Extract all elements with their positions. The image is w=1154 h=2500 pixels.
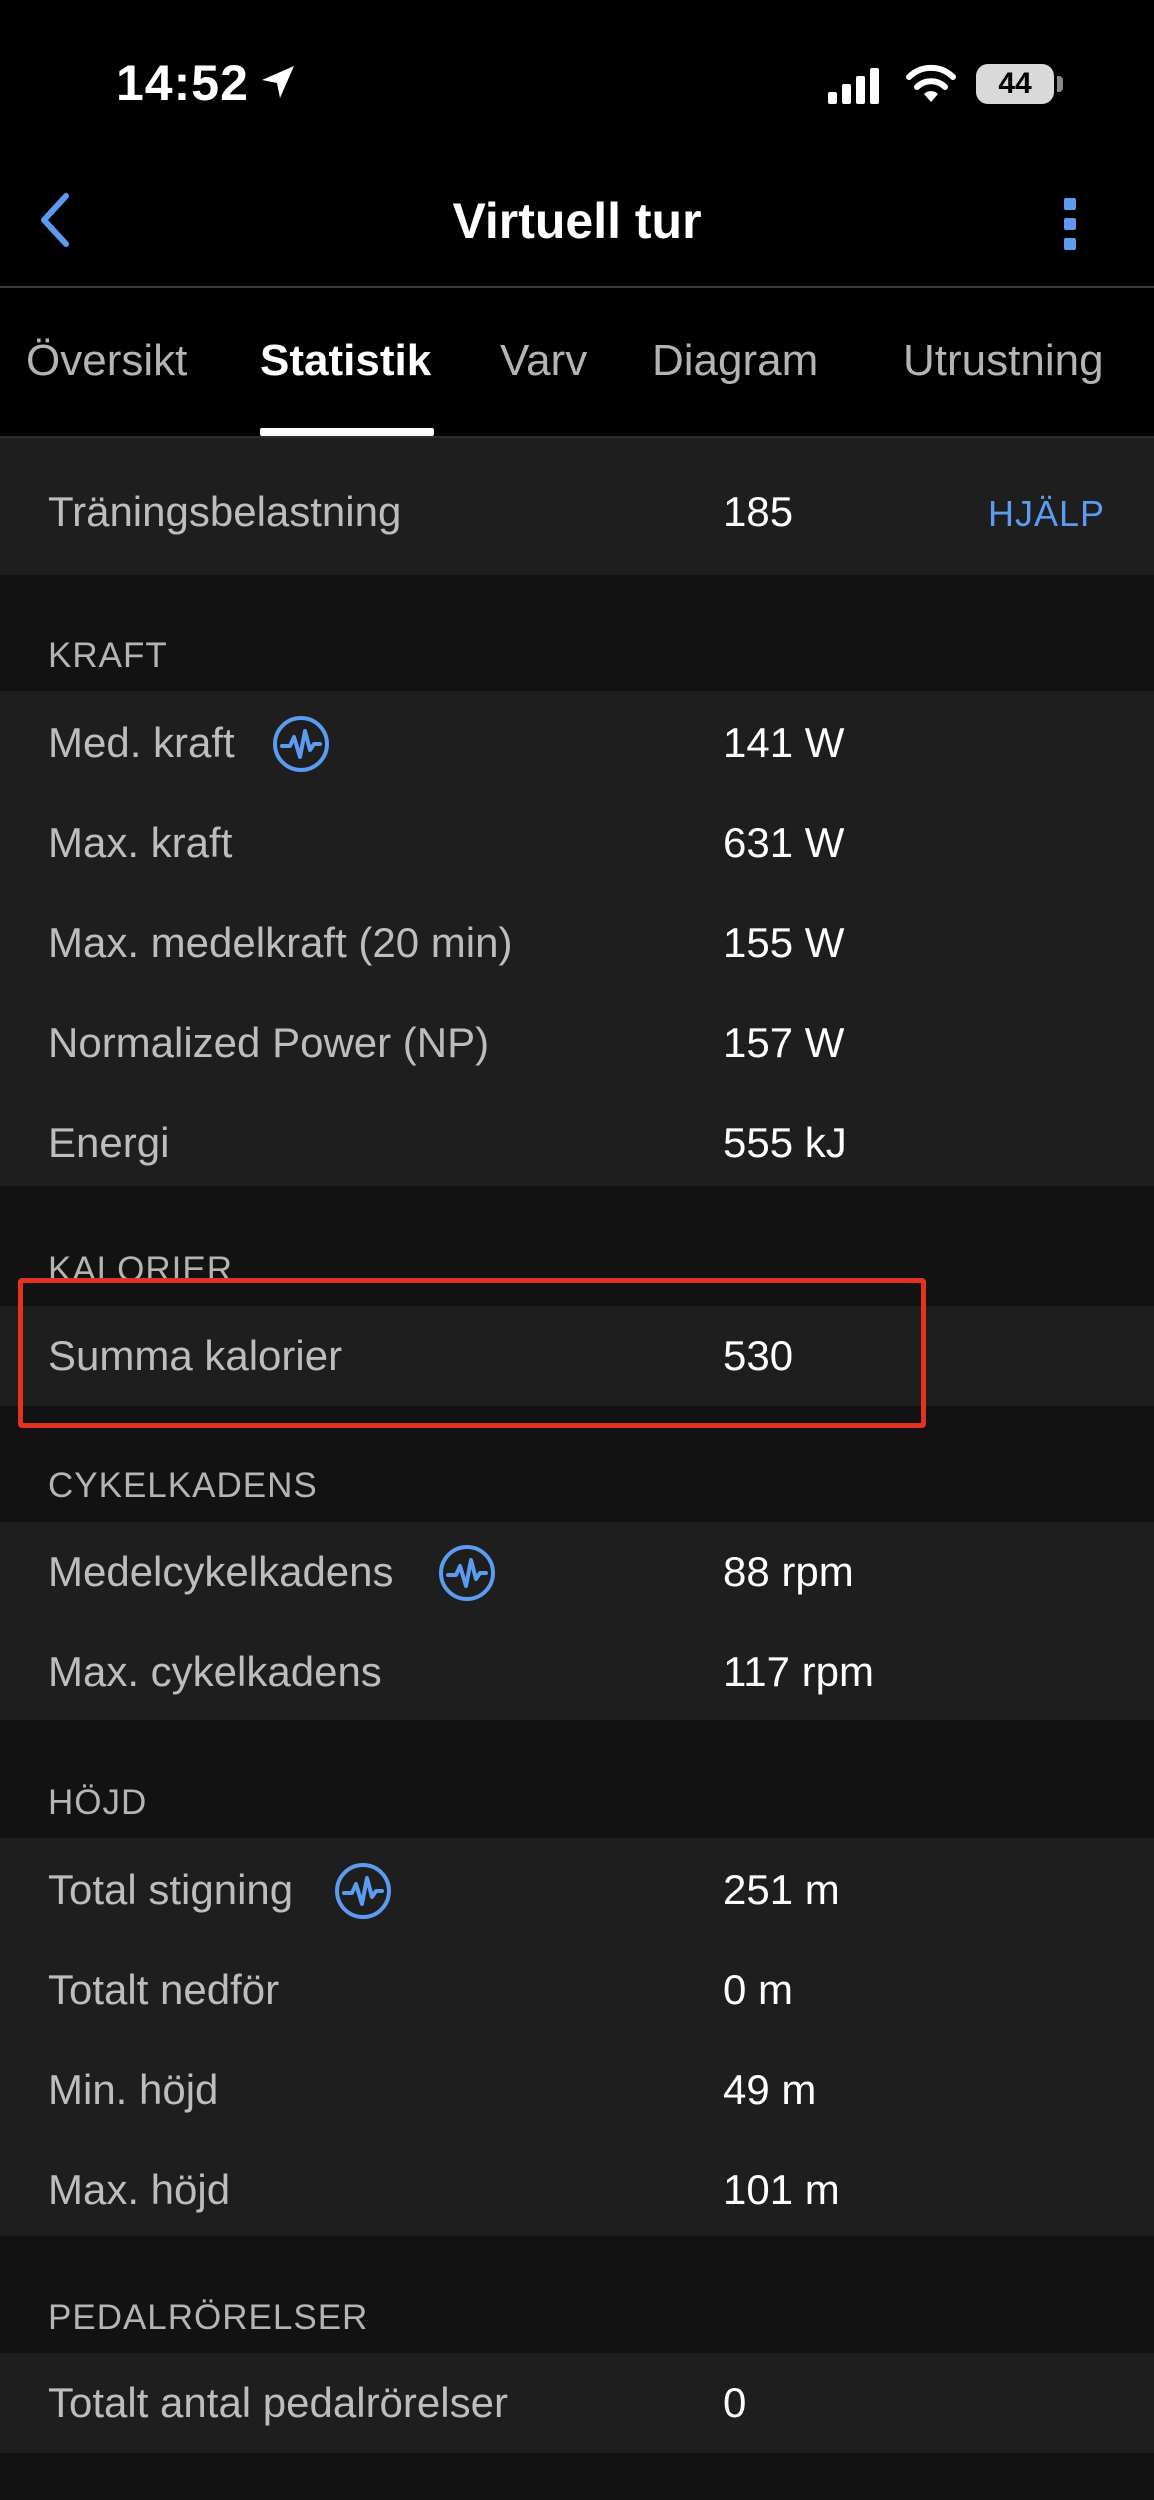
- row-label: Min. höjd: [48, 2066, 219, 2113]
- row-value: 0 m: [723, 1966, 794, 2013]
- row-label: Max. cykelkadens: [48, 1648, 382, 1695]
- status-time: 14:52: [116, 55, 249, 111]
- more-vertical-icon[interactable]: [1060, 194, 1084, 254]
- tab-laps[interactable]: Varv: [500, 336, 587, 386]
- row-label: Totalt nedför: [48, 1966, 280, 2013]
- activity-chart-icon[interactable]: [272, 715, 330, 773]
- row-value: 49 m: [723, 2066, 817, 2113]
- status-bar: 14:52 44: [0, 0, 1154, 160]
- wifi-icon: [906, 64, 956, 102]
- list-item-partial: [0, 438, 1154, 450]
- nav-header: Virtuell tur: [0, 160, 1154, 288]
- row-value: 117 rpm: [723, 1648, 874, 1695]
- row-label: Med. kraft: [48, 719, 235, 766]
- statistics-list[interactable]: Träningsbelastning 185 HJÄLP KRAFT Med. …: [0, 438, 1154, 2500]
- row-label: Medelcykelkadens: [48, 1548, 394, 1595]
- row-label: Träningsbelastning: [48, 488, 402, 535]
- section-cadence: Medelcykelkadens 88 rpm Max. cykelkadens…: [0, 1522, 1154, 1720]
- section-header-elevation: HÖJD: [48, 1783, 148, 1822]
- tab-overview[interactable]: Översikt: [26, 336, 187, 386]
- row-value: 185: [723, 488, 794, 535]
- row-label: Max. höjd: [48, 2166, 231, 2213]
- row-label: Total stigning: [48, 1866, 294, 1913]
- battery-tip: [1057, 76, 1063, 92]
- highlight-annotation: [18, 1278, 926, 1428]
- row-label: Max. kraft: [48, 819, 233, 866]
- section-elevation: Total stigning 251 m Totalt nedför 0 m M…: [0, 1838, 1154, 2236]
- activity-chart-icon[interactable]: [438, 1544, 496, 1602]
- activity-chart-icon[interactable]: [334, 1862, 392, 1920]
- row-value: 555 kJ: [723, 1119, 847, 1166]
- section-header-power: KRAFT: [48, 636, 168, 675]
- active-tab-indicator: [260, 428, 434, 436]
- row-value: 0: [723, 2379, 747, 2426]
- row-label: Energi: [48, 1119, 170, 1166]
- section-power: Med. kraft 141 W Max. kraft 631 W Max. m…: [0, 691, 1154, 1186]
- row-value: 88 rpm: [723, 1548, 854, 1595]
- tab-chart[interactable]: Diagram: [652, 336, 818, 386]
- battery-indicator: 44: [976, 64, 1054, 104]
- row-label: Normalized Power (NP): [48, 1019, 490, 1066]
- row-label: Totalt antal pedalrörelser: [48, 2379, 508, 2426]
- section-header-pedal: PEDALRÖRELSER: [48, 2298, 369, 2337]
- list-item-training-load: Träningsbelastning 185 HJÄLP: [0, 450, 1154, 575]
- row-value: 157 W: [723, 1019, 845, 1066]
- location-arrow-icon: [262, 66, 294, 98]
- tab-statistics[interactable]: Statistik: [260, 336, 431, 386]
- tab-equipment[interactable]: Utrustning: [903, 336, 1104, 386]
- row-value: 631 W: [723, 819, 845, 866]
- row-value: 155 W: [723, 919, 845, 966]
- tab-bar: Översikt Statistik Varv Diagram Utrustni…: [0, 288, 1154, 438]
- help-link[interactable]: HJÄLP: [988, 493, 1105, 535]
- section-pedal: Totalt antal pedalrörelser 0: [0, 2353, 1154, 2453]
- section-header-cadence: CYKELKADENS: [48, 1466, 318, 1505]
- row-label: Max. medelkraft (20 min): [48, 919, 513, 966]
- row-value: 101 m: [723, 2166, 840, 2213]
- cellular-signal-icon: [828, 68, 879, 104]
- row-value: 141 W: [723, 719, 845, 766]
- row-value: 251 m: [723, 1866, 840, 1913]
- page-title: Virtuell tur: [452, 193, 702, 249]
